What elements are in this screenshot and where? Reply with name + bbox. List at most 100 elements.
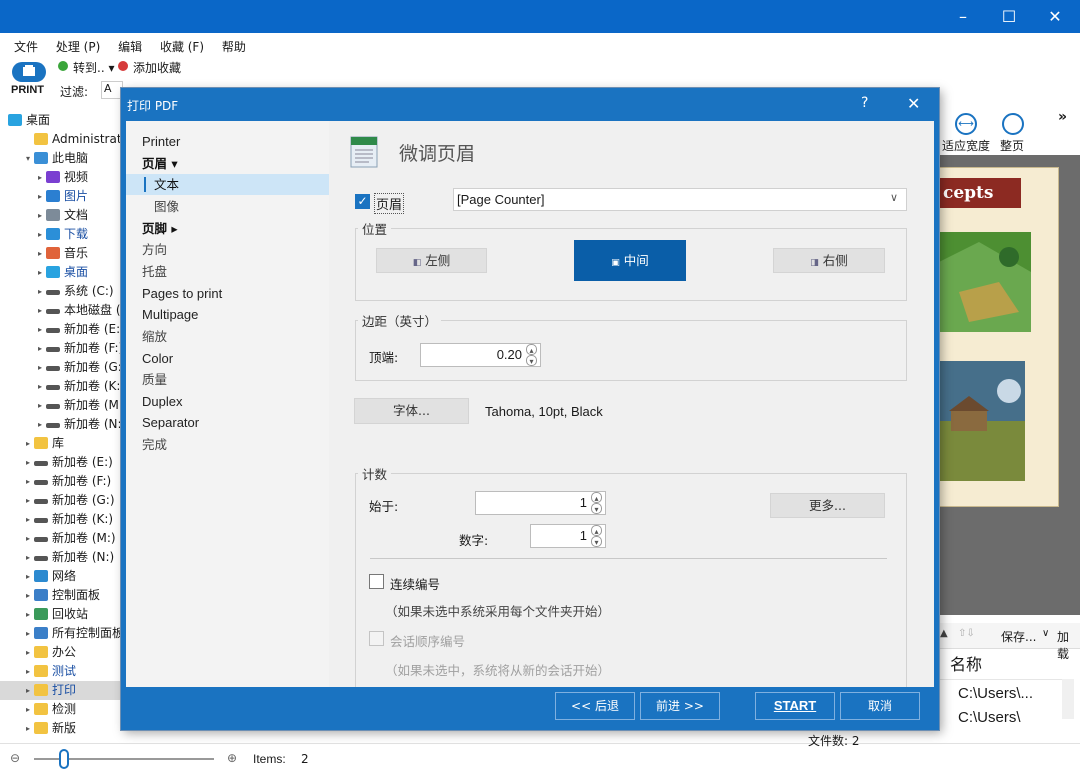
tree-item[interactable]: ▸ 库: [0, 434, 125, 453]
spin-down-icon[interactable]: ▾: [526, 355, 537, 366]
save-button[interactable]: 保存...: [1001, 628, 1036, 645]
goto-button[interactable]: 转到.. ▾: [73, 59, 114, 76]
expand-arrow-icon[interactable]: ▸: [26, 567, 34, 586]
fit-width-icon[interactable]: ⟷: [955, 113, 977, 135]
help-button[interactable]: ?: [861, 95, 868, 111]
nav-color[interactable]: Color: [126, 348, 329, 369]
more-chevron-icon[interactable]: »: [1058, 109, 1067, 125]
menu-help[interactable]: 帮助: [216, 33, 254, 55]
tree-item[interactable]: ▾ 此电脑: [0, 149, 125, 168]
nav-scale[interactable]: 缩放: [126, 326, 329, 347]
expand-arrow-icon[interactable]: ▸: [38, 358, 46, 377]
expand-arrow-icon[interactable]: ▸: [38, 244, 46, 263]
back-button[interactable]: << 后退: [555, 692, 635, 720]
top-margin-spinner[interactable]: 0.20 ▴ ▾: [420, 343, 541, 367]
expand-arrow-icon[interactable]: ▸: [26, 472, 34, 491]
spin-down-icon[interactable]: ▾: [591, 503, 602, 514]
tree-item[interactable]: ▸ 回收站: [0, 605, 125, 624]
tree-item[interactable]: ▸ 图片: [0, 187, 125, 206]
tree-item[interactable]: ▸ 视频: [0, 168, 125, 187]
zoom-in-icon[interactable]: ⊕: [227, 751, 237, 765]
expand-arrow-icon[interactable]: ▸: [26, 529, 34, 548]
expand-arrow-icon[interactable]: ▸: [38, 339, 46, 358]
continuous-numbering-checkbox[interactable]: [369, 574, 384, 589]
tree-item[interactable]: ▸ 新加卷 (N:): [0, 548, 125, 567]
tree-item[interactable]: Administrator: [0, 130, 125, 149]
nav-header-text[interactable]: 文本: [126, 174, 329, 195]
expand-arrow-icon[interactable]: ▸: [26, 434, 34, 453]
expand-arrow-icon[interactable]: ▸: [38, 263, 46, 282]
nav-header[interactable]: 页眉 ▾: [126, 153, 329, 174]
add-button[interactable]: 加载: [1057, 628, 1080, 662]
tree-item[interactable]: ▸ 下载: [0, 225, 125, 244]
nav-quality[interactable]: 质量: [126, 369, 329, 390]
expand-arrow-icon[interactable]: ▸: [26, 548, 34, 567]
expand-arrow-icon[interactable]: ▸: [26, 662, 34, 681]
menu-file[interactable]: 文件: [0, 33, 46, 55]
full-page-label[interactable]: 整页: [1000, 137, 1024, 154]
more-button[interactable]: 更多...: [770, 493, 885, 518]
expand-arrow-icon[interactable]: ▸: [38, 396, 46, 415]
expand-arrow-icon[interactable]: ▸: [38, 282, 46, 301]
expand-arrow-icon[interactable]: ▸: [26, 624, 34, 643]
cancel-button[interactable]: 取消: [840, 692, 920, 720]
font-button[interactable]: 字体...: [354, 398, 469, 424]
expand-arrow-icon[interactable]: ▸: [26, 605, 34, 624]
print-button[interactable]: [12, 62, 46, 82]
menu-edit[interactable]: 编辑: [112, 33, 150, 55]
spin-up-icon[interactable]: ▴: [591, 492, 602, 503]
header-checkbox-label[interactable]: 页眉: [374, 193, 405, 214]
tree-item[interactable]: ▸ 新加卷 (M:): [0, 396, 125, 415]
next-button[interactable]: 前进 >>: [640, 692, 720, 720]
tree-item[interactable]: ▸ 新加卷 (K:): [0, 510, 125, 529]
tree-item[interactable]: ▸ 新版: [0, 719, 125, 738]
position-center-button[interactable]: ▣ 中间: [574, 240, 686, 281]
nav-finish[interactable]: 完成: [126, 434, 329, 455]
tree-item[interactable]: 桌面: [0, 111, 125, 130]
nav-printer[interactable]: Printer: [126, 131, 329, 152]
tree-item[interactable]: ▸ 系统 (C:): [0, 282, 125, 301]
tree-item[interactable]: ▸ 音乐: [0, 244, 125, 263]
tree-item[interactable]: ▸ 新加卷 (F:): [0, 472, 125, 491]
move-up-icon[interactable]: ⇧⇩: [958, 628, 975, 639]
tree-item[interactable]: ▸ 测试: [0, 662, 125, 681]
header-checkbox[interactable]: ✓: [355, 194, 370, 209]
position-left-button[interactable]: ◧ 左侧: [376, 248, 487, 273]
nav-pages-to-print[interactable]: Pages to print: [126, 283, 329, 304]
save-dropdown-icon[interactable]: ∨: [1042, 628, 1049, 639]
full-page-icon[interactable]: [1002, 113, 1024, 135]
fit-width-label[interactable]: 适应宽度: [942, 137, 990, 154]
nav-header-image[interactable]: 图像: [126, 196, 329, 217]
expand-arrow-icon[interactable]: ▸: [38, 225, 46, 244]
nav-separator[interactable]: Separator: [126, 412, 329, 433]
vertical-scrollbar[interactable]: [1062, 679, 1074, 719]
session-numbering-checkbox[interactable]: [369, 631, 384, 646]
tree-item[interactable]: ▸ 检测: [0, 700, 125, 719]
expand-arrow-icon[interactable]: ▸: [26, 453, 34, 472]
expand-arrow-icon[interactable]: ▸: [26, 643, 34, 662]
nav-footer[interactable]: 页脚 ▸: [126, 218, 329, 239]
tree-item[interactable]: ▸ 新加卷 (N:): [0, 415, 125, 434]
tree-item[interactable]: ▸ 新加卷 (K:): [0, 377, 125, 396]
file-row[interactable]: C:\Users\...: [938, 679, 1062, 706]
header-select[interactable]: [Page Counter] ∨: [453, 188, 907, 211]
expand-arrow-icon[interactable]: ▾: [26, 149, 34, 168]
expand-arrow-icon[interactable]: ▸: [38, 377, 46, 396]
start-button[interactable]: START: [755, 692, 835, 720]
nav-duplex[interactable]: Duplex: [126, 391, 329, 412]
nav-tray[interactable]: 托盘: [126, 261, 329, 282]
expand-arrow-icon[interactable]: ▸: [26, 491, 34, 510]
file-row[interactable]: C:\Users\: [938, 706, 1062, 722]
tree-item[interactable]: ▸ 新加卷 (F:): [0, 339, 125, 358]
menu-process[interactable]: 处理 (P): [50, 33, 108, 55]
tree-item[interactable]: ▸ 新加卷 (E:): [0, 320, 125, 339]
expand-arrow-icon[interactable]: ▸: [38, 415, 46, 434]
tree-item[interactable]: ▸ 打印: [0, 681, 125, 700]
tree-item[interactable]: ▸ 网络: [0, 567, 125, 586]
nav-multipage[interactable]: Multipage: [126, 304, 329, 325]
spin-down-icon[interactable]: ▾: [591, 536, 602, 547]
minimize-button[interactable]: –: [940, 0, 986, 33]
tree-item[interactable]: ▸ 所有控制面板项: [0, 624, 125, 643]
tree-item[interactable]: ▸ 新加卷 (E:): [0, 453, 125, 472]
digits-spinner[interactable]: 1 ▴ ▾: [530, 524, 606, 548]
